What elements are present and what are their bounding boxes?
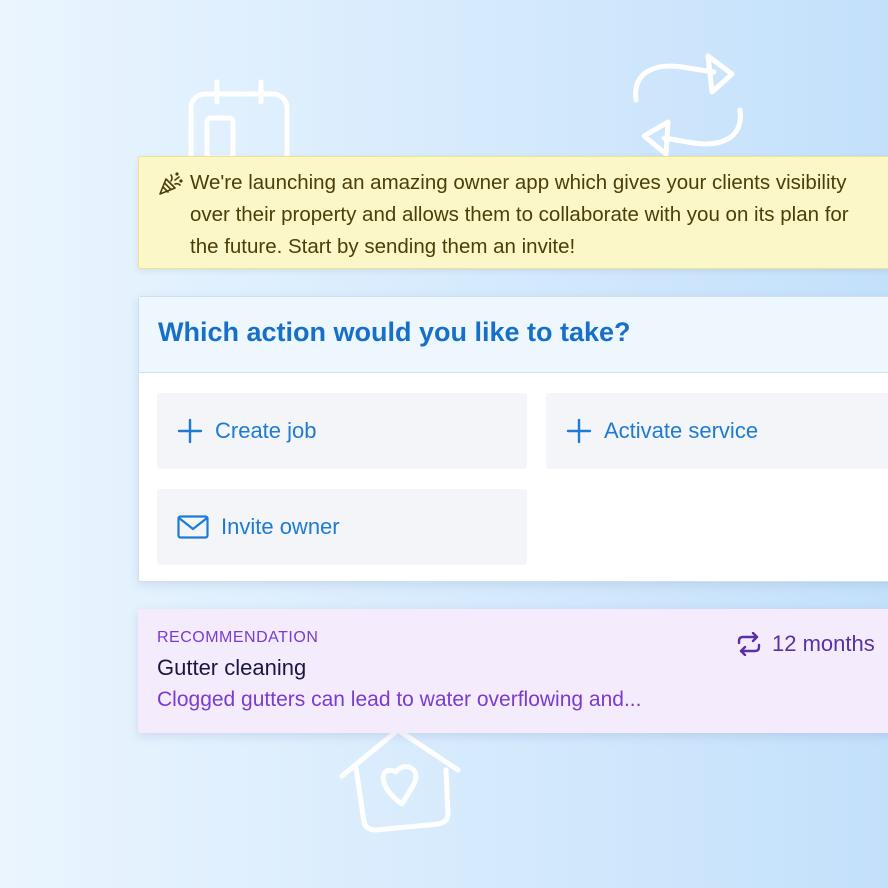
actions-title: Which action would you like to take?	[158, 317, 631, 347]
recommendation-title: Gutter cleaning	[157, 655, 307, 680]
recommendation-description: Clogged gutters can lead to water overfl…	[157, 688, 642, 711]
recommendation-card[interactable]: RECOMMENDATION Gutter cleaning Clogged g…	[138, 609, 888, 733]
announcement-banner: We're launching an amazing owner app whi…	[138, 156, 888, 269]
create-job-button[interactable]: Create job	[157, 393, 527, 469]
plus-icon	[566, 418, 592, 444]
activate-service-label: Activate service	[604, 418, 759, 443]
invite-owner-button[interactable]: Invite owner	[157, 489, 527, 565]
house-heart-icon	[339, 727, 461, 833]
frequency-label: 12 months	[772, 631, 875, 656]
repeat-arrows-icon	[633, 53, 743, 157]
actions-card-header: Which action would you like to take?	[139, 297, 888, 373]
party-popper-icon	[157, 171, 183, 202]
calendar-icon	[188, 79, 290, 168]
create-job-label: Create job	[215, 418, 317, 443]
invite-owner-label: Invite owner	[221, 514, 340, 539]
actions-card: Which action would you like to take? Cre…	[138, 296, 888, 582]
recommendation-tag: RECOMMENDATION	[157, 629, 319, 646]
recommendation-frequency: 12 months	[736, 631, 875, 657]
repeat-icon	[737, 632, 761, 656]
envelope-icon	[177, 515, 209, 539]
plus-icon	[177, 418, 203, 444]
announcement-text: We're launching an amazing owner app whi…	[190, 171, 849, 258]
activate-service-button[interactable]: Activate service	[546, 393, 888, 469]
